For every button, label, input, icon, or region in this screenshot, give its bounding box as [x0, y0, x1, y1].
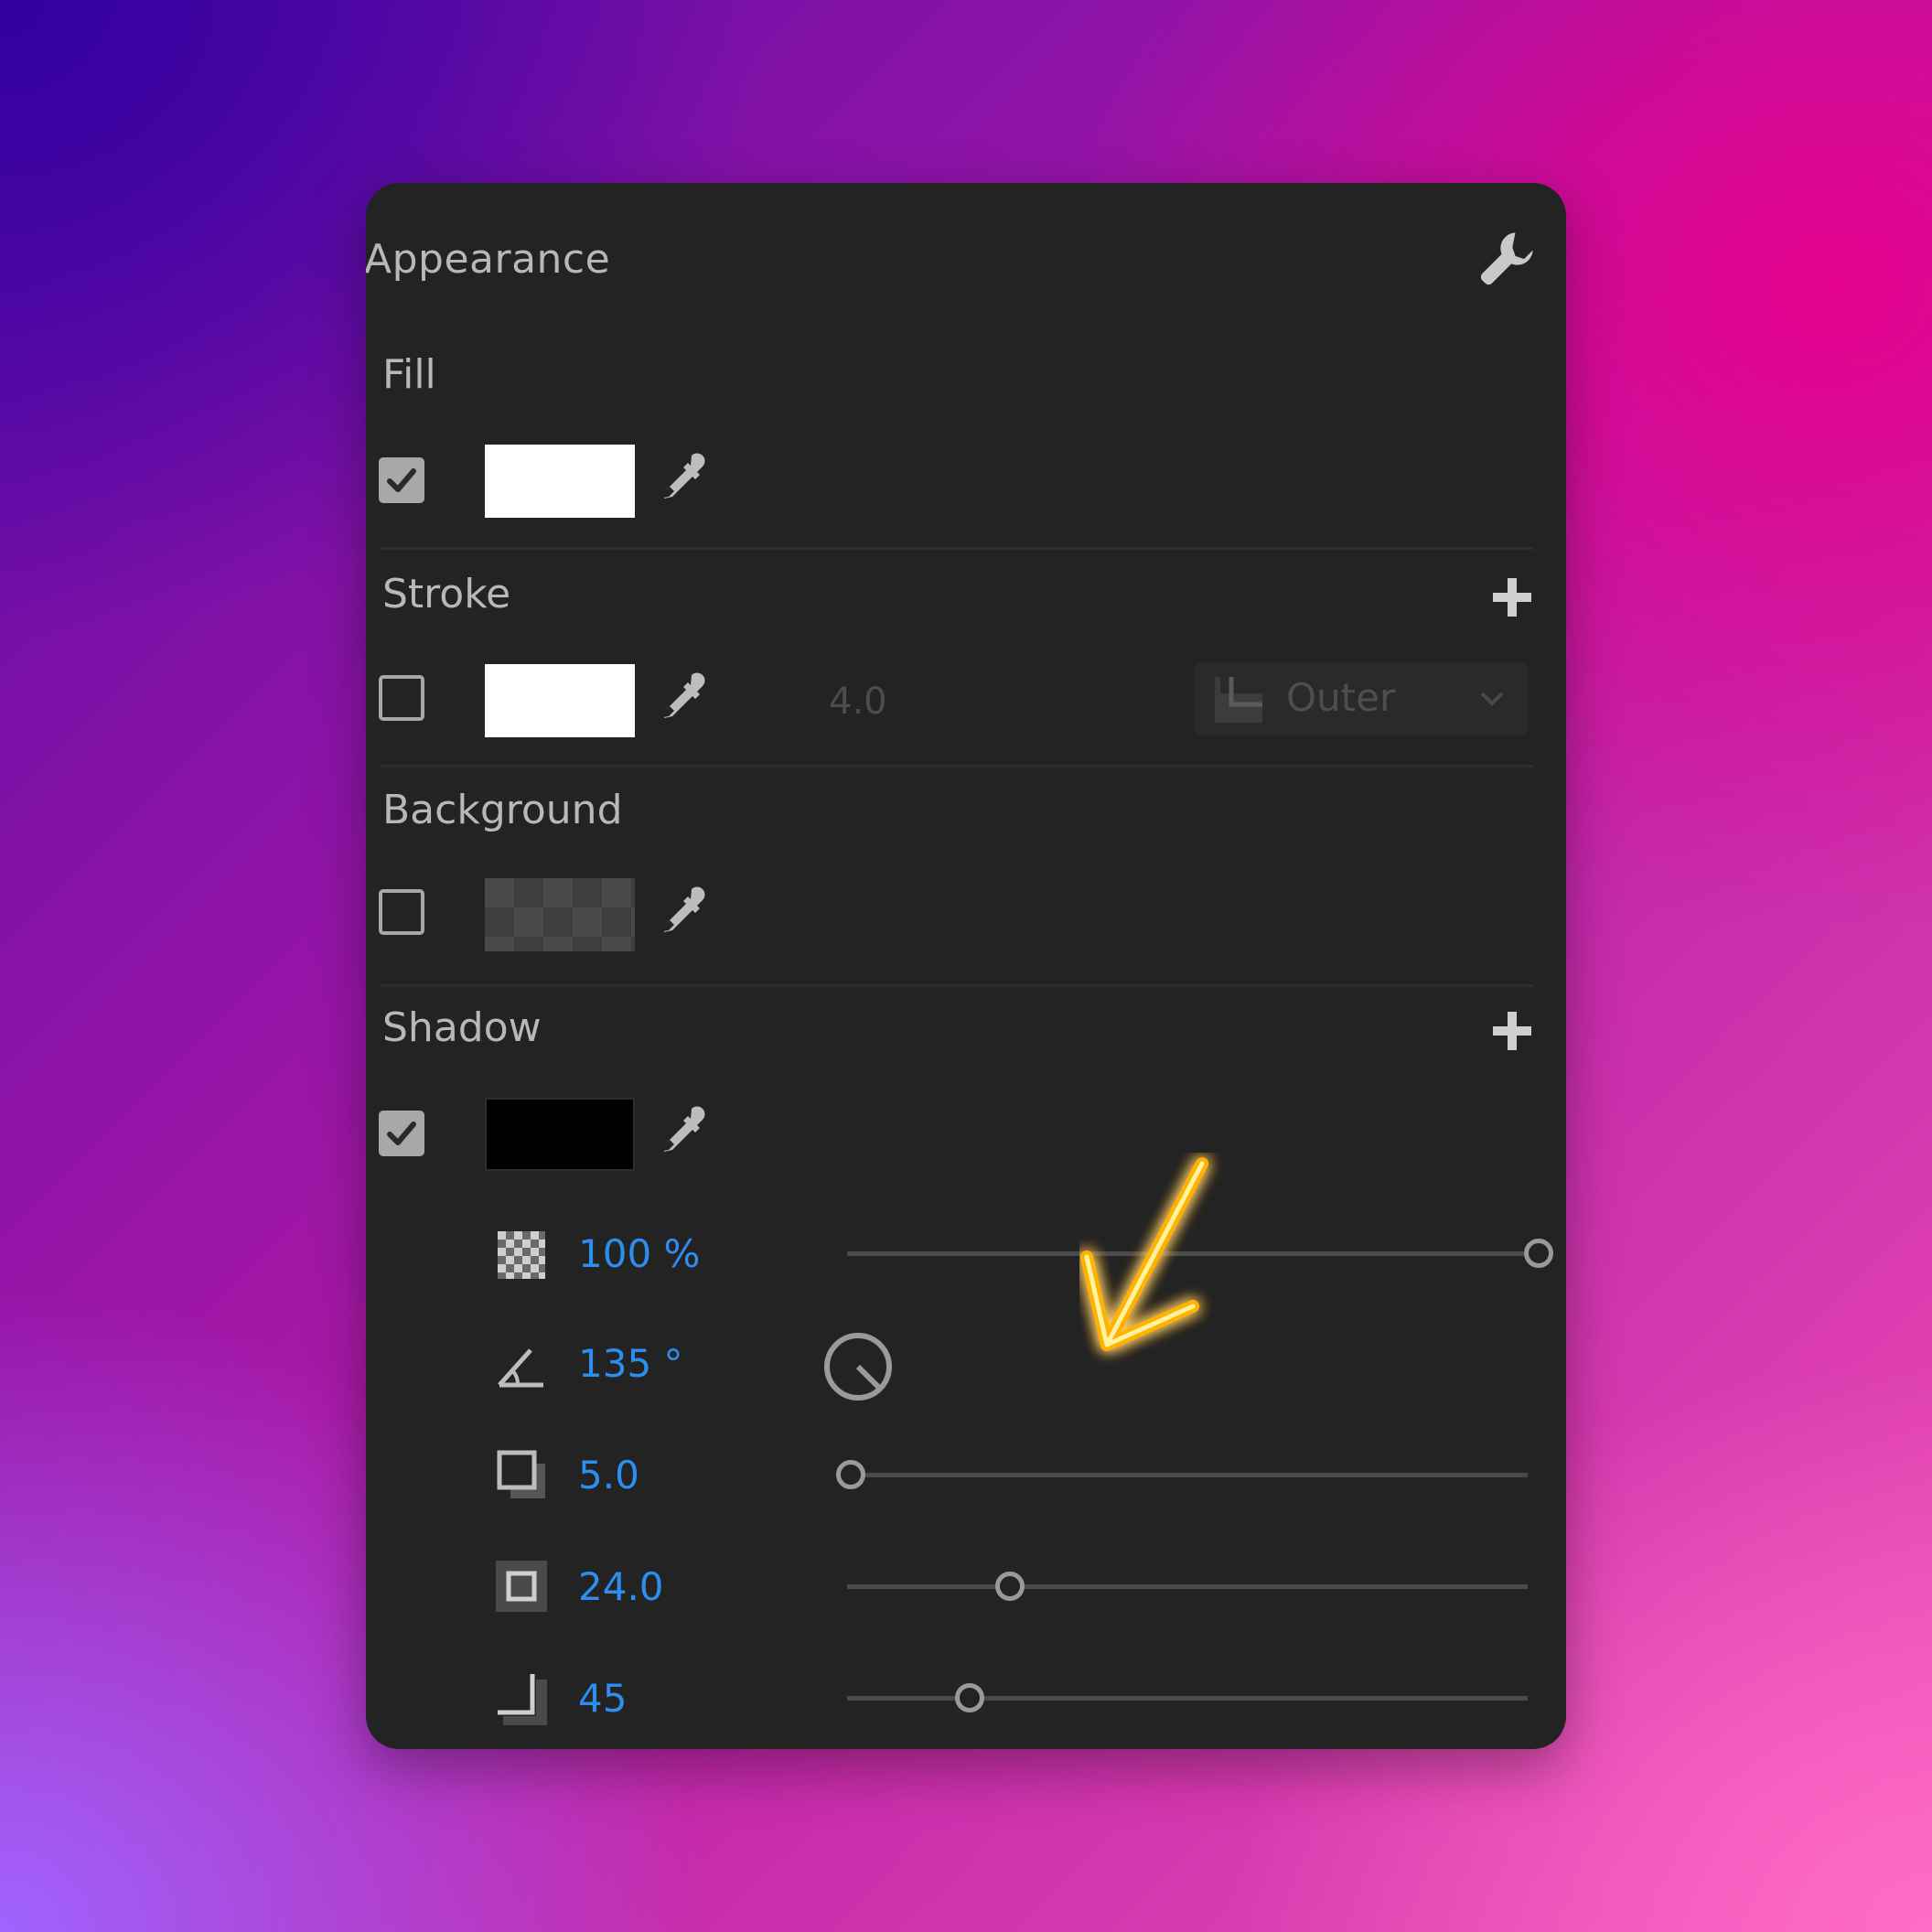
stroke-label: Stroke — [382, 571, 511, 617]
shadow-size-value[interactable]: 24.0 — [578, 1564, 664, 1609]
shadow-checkbox[interactable] — [379, 1111, 424, 1156]
stroke-width-value[interactable]: 4.0 — [829, 681, 887, 723]
divider — [381, 765, 1533, 767]
stroke-position-dropdown[interactable]: Outer — [1195, 662, 1528, 735]
add-shadow-plus-icon[interactable] — [1489, 1008, 1535, 1054]
shadow-color-swatch[interactable] — [485, 1098, 635, 1171]
check-icon — [387, 1122, 416, 1145]
distance-slider-knob[interactable] — [836, 1460, 865, 1489]
fill-checkbox[interactable] — [379, 457, 424, 503]
eyedropper-icon[interactable] — [651, 1103, 710, 1162]
size-icon — [496, 1561, 547, 1612]
background-label: Background — [382, 787, 623, 833]
fill-label: Fill — [382, 351, 436, 398]
chevron-down-icon — [1480, 692, 1504, 706]
neon-arrow-icon — [1080, 1157, 1208, 1351]
shadow-label: Shadow — [382, 1004, 542, 1051]
size-slider-track[interactable] — [847, 1584, 1528, 1589]
blur-slider-track[interactable] — [847, 1696, 1528, 1701]
shadow-angle-value[interactable]: 135 ° — [578, 1341, 683, 1386]
add-stroke-plus-icon[interactable] — [1489, 574, 1535, 620]
stroke-color-swatch[interactable] — [485, 664, 635, 737]
eyedropper-icon[interactable] — [651, 450, 710, 509]
background-checkbox[interactable] — [379, 889, 424, 935]
stroke-outer-icon — [1215, 677, 1262, 723]
check-icon — [387, 468, 416, 492]
panel-title: Appearance — [366, 236, 611, 283]
angle-dial[interactable] — [820, 1328, 896, 1405]
distance-icon — [497, 1450, 545, 1498]
angle-icon — [498, 1348, 543, 1388]
distance-slider-track[interactable] — [847, 1473, 1528, 1477]
eyedropper-icon[interactable] — [651, 884, 710, 942]
dropdown-selected-label: Outer — [1286, 675, 1396, 720]
background-color-swatch[interactable] — [485, 878, 635, 951]
fill-color-swatch[interactable] — [485, 445, 635, 518]
divider — [381, 984, 1533, 987]
opacity-slider-knob[interactable] — [1524, 1239, 1553, 1268]
blur-icon — [498, 1674, 547, 1725]
wrench-icon[interactable] — [1476, 227, 1539, 289]
shadow-distance-value[interactable]: 5.0 — [578, 1453, 639, 1497]
shadow-opacity-value[interactable]: 100 % — [578, 1231, 700, 1276]
opacity-checker-icon — [498, 1231, 545, 1279]
divider — [381, 547, 1533, 550]
appearance-panel: Appearance Fill Stroke 4.0 Outer Backgro… — [366, 183, 1566, 1749]
blur-slider-knob[interactable] — [955, 1683, 984, 1712]
shadow-blur-value[interactable]: 45 — [578, 1676, 627, 1721]
eyedropper-icon[interactable] — [651, 670, 710, 728]
size-slider-knob[interactable] — [995, 1572, 1025, 1601]
stroke-checkbox[interactable] — [379, 675, 424, 721]
